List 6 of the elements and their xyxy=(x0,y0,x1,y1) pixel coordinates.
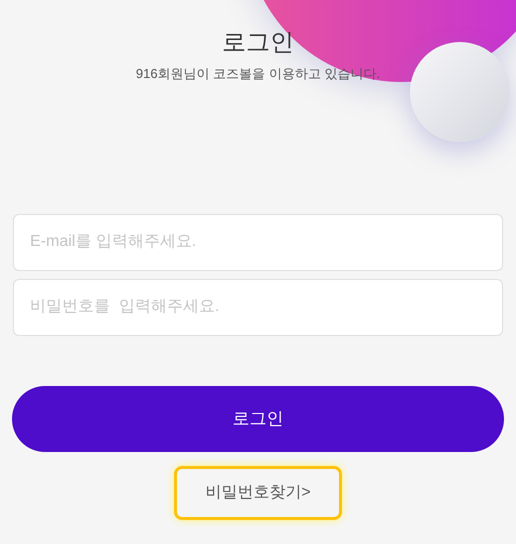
page-title: 로그인 xyxy=(222,28,294,58)
input-field[interactable]: 비밀번호를 입력해주세요. xyxy=(13,278,503,336)
find-password-link[interactable]: 비밀번호찾기> xyxy=(174,466,342,520)
subtitle: 916회원님이 코즈볼을 이용하고 있습니다. xyxy=(136,65,380,83)
input-field[interactable]: E-mail를 입력해주세요. xyxy=(13,214,503,270)
login-button[interactable]: 로그인 xyxy=(12,386,504,452)
